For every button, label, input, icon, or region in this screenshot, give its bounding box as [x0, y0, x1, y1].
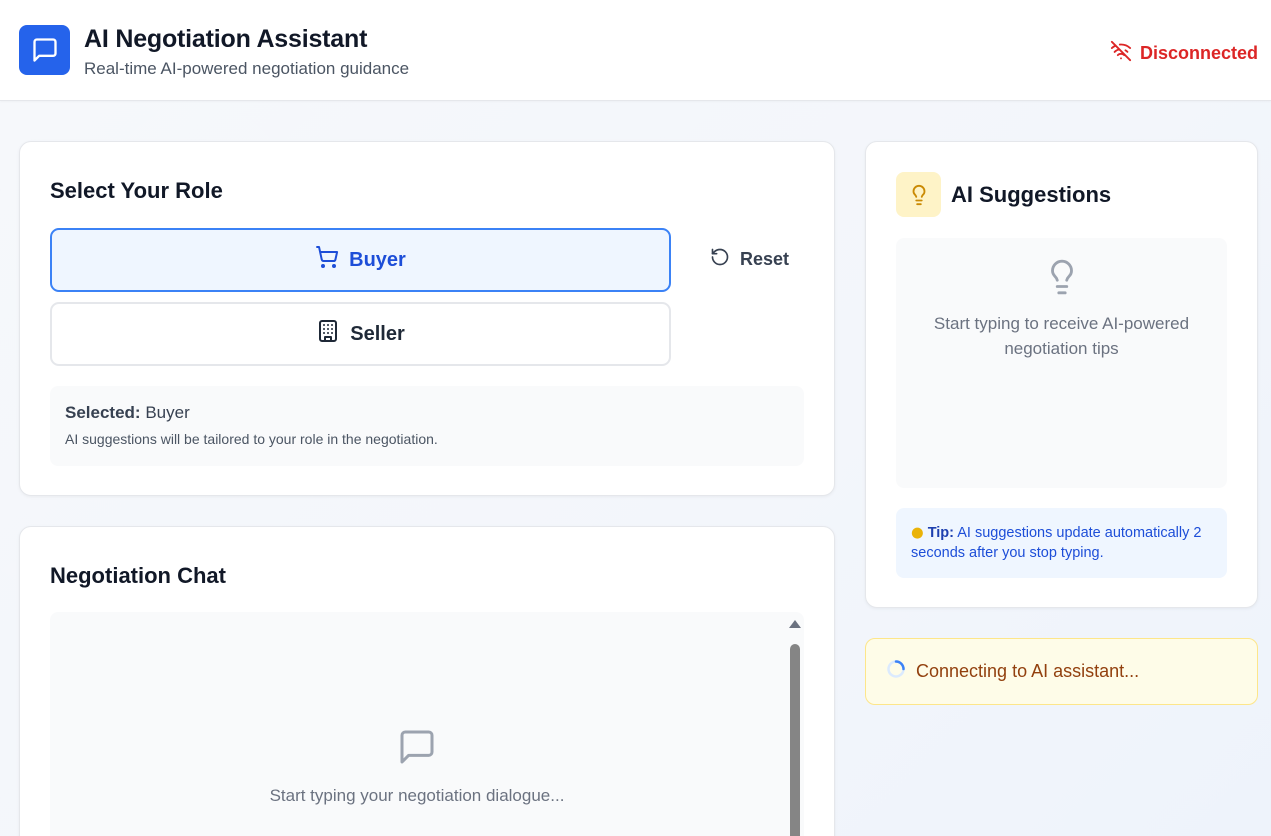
chat-bubble-icon	[19, 25, 70, 75]
building-icon	[316, 319, 340, 349]
lightbulb-outline-icon	[1043, 258, 1081, 303]
buyer-button[interactable]: Buyer	[50, 228, 671, 292]
ai-suggestions-card: AI Suggestions Start typing to receive A…	[865, 141, 1258, 608]
role-section-title: Select Your Role	[50, 178, 223, 203]
selected-value: Buyer	[145, 403, 190, 422]
tip-label: Tip:	[927, 525, 954, 541]
seller-label: Seller	[350, 322, 405, 345]
chat-empty-text: Start typing your negotiation dialogue..…	[269, 786, 565, 805]
buyer-label: Buyer	[349, 248, 406, 271]
rotate-ccw-icon	[710, 247, 730, 272]
selected-role-line: Selected: Buyer	[65, 403, 789, 423]
scrollbar-up-arrow[interactable]	[789, 620, 801, 628]
suggestions-empty-text: Start typing to receive AI-powered negot…	[933, 314, 1190, 358]
scrollbar-thumb[interactable]	[790, 644, 800, 836]
selected-role-help: AI suggestions will be tailored to your …	[65, 431, 438, 447]
reset-label: Reset	[740, 248, 790, 269]
message-square-icon	[397, 727, 437, 772]
selected-prefix: Selected:	[65, 403, 141, 422]
shopping-cart-icon	[315, 245, 339, 275]
seller-button[interactable]: Seller	[50, 302, 671, 366]
loading-spinner-icon	[886, 659, 906, 684]
bulb-emoji-icon: ●	[911, 525, 924, 541]
app-header: AI Negotiation Assistant Real-time AI-po…	[0, 0, 1271, 101]
status-text: Disconnected	[1139, 43, 1258, 63]
reset-button[interactable]: Reset	[710, 244, 789, 274]
connection-status-card: Connecting to AI assistant...	[865, 638, 1258, 705]
app-subtitle: Real-time AI-powered negotiation guidanc…	[84, 59, 410, 78]
connection-text: Connecting to AI assistant...	[916, 661, 1140, 681]
tip-text: AI suggestions update automatically 2 se…	[911, 525, 1202, 561]
role-selection-card: Select Your Role Buyer Seller Reset Sele…	[19, 141, 835, 496]
selected-role-info: Selected: Buyer AI suggestions will be t…	[50, 386, 804, 466]
app-title: AI Negotiation Assistant	[84, 25, 368, 53]
suggestions-empty-state: Start typing to receive AI-powered negot…	[896, 238, 1227, 488]
negotiation-chat-card: Negotiation Chat Start typing your negot…	[19, 526, 835, 836]
chat-empty-state: Start typing your negotiation dialogue..…	[50, 727, 784, 806]
suggestions-title: AI Suggestions	[951, 182, 1112, 207]
tip-box: ● Tip: AI suggestions update automatical…	[896, 508, 1227, 578]
wifi-off-icon	[1110, 40, 1132, 67]
lightbulb-icon	[896, 172, 941, 217]
connection-status: Disconnected	[1110, 40, 1258, 67]
chat-message-area[interactable]: Start typing your negotiation dialogue..…	[50, 612, 804, 836]
chat-section-title: Negotiation Chat	[50, 563, 226, 588]
